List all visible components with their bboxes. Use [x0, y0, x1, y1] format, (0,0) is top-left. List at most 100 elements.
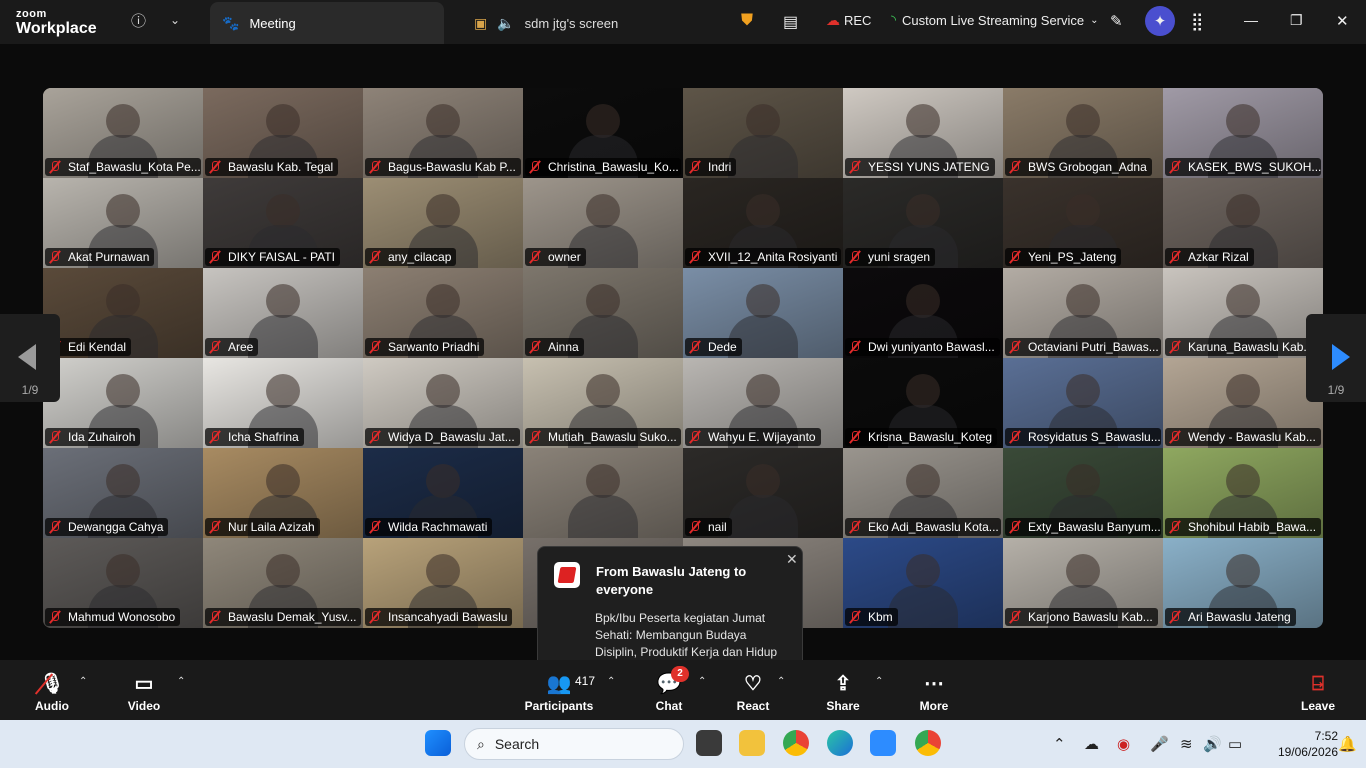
participant-tile[interactable]: Octaviani Putri_Bawas... [1003, 268, 1163, 358]
participant-tile[interactable]: Sarwanto Priadhi [363, 268, 523, 358]
chrome-icon[interactable] [783, 730, 809, 756]
participant-tile[interactable]: Azkar Rizal [1163, 178, 1323, 268]
participant-tile[interactable]: Aree [203, 268, 363, 358]
close-icon[interactable]: ✕ [1336, 12, 1349, 30]
info-icon[interactable]: ⓘ [131, 10, 146, 31]
participant-tile[interactable]: yuni sragen [843, 178, 1003, 268]
participant-tile[interactable]: Shohibul Habib_Bawa... [1163, 448, 1323, 538]
tab-shared-screen[interactable]: ▣ 🔈 sdm jtg's screen [470, 2, 690, 44]
annotate-pen-icon[interactable]: ✎ [1110, 12, 1123, 30]
react-button[interactable]: ♡ React [733, 660, 773, 720]
participant-tile[interactable]: Staf_Bawaslu_Kota Pe... [43, 88, 203, 178]
participant-tile[interactable]: Wahyu E. Wijayanto [683, 358, 843, 448]
ai-companion-icon[interactable]: ✦ [1145, 6, 1175, 36]
taskbar-search[interactable]: ⌕ Search [464, 728, 684, 760]
windows-start-icon[interactable] [425, 730, 451, 756]
participant-tile[interactable]: Rosyidatus S_Bawaslu... [1003, 358, 1163, 448]
participant-tile[interactable]: Widya D_Bawaslu Jat... [363, 358, 523, 448]
participant-tile[interactable] [523, 448, 683, 538]
prev-page-button[interactable]: 1/9 [0, 314, 60, 402]
vpn-icon[interactable]: ◉ [1117, 735, 1130, 753]
chat-options-caret[interactable]: ⌃ [698, 676, 706, 687]
participant-tile[interactable]: Christina_Bawaslu_Ko... [523, 88, 683, 178]
leave-button[interactable]: ⍈ Leave [1298, 660, 1338, 720]
file-explorer-icon[interactable] [739, 730, 765, 756]
participants-options-caret[interactable]: ⌃ [607, 676, 615, 687]
participant-tile[interactable]: Exty_Bawaslu Banyum... [1003, 448, 1163, 538]
more-button[interactable]: ⋯ More [914, 660, 954, 720]
participant-tile[interactable]: Bawaslu Kab. Tegal [203, 88, 363, 178]
participant-tile[interactable]: Kbm [843, 538, 1003, 628]
participant-tile[interactable]: Dewangga Cahya [43, 448, 203, 538]
participant-tile[interactable]: Eko Adi_Bawaslu Kota... [843, 448, 1003, 538]
participant-tile[interactable]: Indri [683, 88, 843, 178]
wifi-icon[interactable]: ≋ [1180, 735, 1193, 753]
audio-button[interactable]: 🎙 Audio [32, 660, 72, 720]
participant-name: Kbm [868, 610, 893, 624]
participant-tile[interactable]: BWS Grobogan_Adna [1003, 88, 1163, 178]
participant-tile[interactable]: Mahmud Wonosobo [43, 538, 203, 628]
edge-icon[interactable] [827, 730, 853, 756]
next-page-button[interactable]: 1/9 [1306, 314, 1366, 402]
participant-tile[interactable]: any_cilacap [363, 178, 523, 268]
participant-tile[interactable]: Dwi yuniyanto Bawasl... [843, 268, 1003, 358]
participant-tile[interactable]: Ida Zuhairoh [43, 358, 203, 448]
notifications-icon[interactable]: 🔔 [1338, 735, 1357, 753]
restore-icon[interactable]: ❐ [1290, 12, 1303, 29]
close-icon[interactable]: ✕ [786, 551, 798, 568]
zoom-app-icon[interactable] [870, 730, 896, 756]
participant-name: Sarwanto Priadhi [388, 340, 480, 354]
video-button[interactable]: ▭ Video [124, 660, 164, 720]
participant-tile[interactable]: Karuna_Bawaslu Kab... [1163, 268, 1323, 358]
participant-tile[interactable]: Yeni_PS_Jateng [1003, 178, 1163, 268]
notes-icon[interactable]: ▤ [783, 12, 798, 32]
more-label: More [919, 699, 949, 713]
tab-meeting[interactable]: 🐾 Meeting [210, 2, 444, 44]
participant-tile[interactable]: Ari Bawaslu Jateng [1163, 538, 1323, 628]
chevron-down-icon[interactable]: ⌄ [170, 13, 180, 27]
participant-tile[interactable]: Mutiah_Bawaslu Suko... [523, 358, 683, 448]
participant-tile[interactable]: Edi Kendal [43, 268, 203, 358]
react-options-caret[interactable]: ⌃ [777, 676, 785, 687]
mic-muted-icon [208, 160, 222, 174]
microphone-icon[interactable]: 🎤 [1150, 735, 1169, 753]
chat-button[interactable]: 💬 Chat 2 [649, 660, 689, 720]
minimize-icon[interactable]: — [1244, 12, 1258, 28]
participant-tile[interactable]: Bagus-Bawaslu Kab P... [363, 88, 523, 178]
video-options-caret[interactable]: ⌃ [177, 676, 185, 687]
participant-tile[interactable]: Krisna_Bawaslu_Koteg [843, 358, 1003, 448]
onedrive-icon[interactable]: ☁ [1084, 735, 1099, 753]
participant-tile[interactable]: XVII_12_Anita Rosiyanti [683, 178, 843, 268]
participant-tile[interactable]: Akat Purnawan [43, 178, 203, 268]
participant-name-tag: Exty_Bawaslu Banyum... [1005, 518, 1161, 536]
participant-tile[interactable]: Wendy - Bawaslu Kab... [1163, 358, 1323, 448]
battery-icon[interactable]: ▭ [1228, 735, 1242, 753]
participant-tile[interactable]: Karjono Bawaslu Kab... [1003, 538, 1163, 628]
record-status[interactable]: ☁ REC [826, 12, 871, 29]
participant-tile[interactable]: Icha Shafrina [203, 358, 363, 448]
share-options-caret[interactable]: ⌃ [875, 676, 883, 687]
audio-options-caret[interactable]: ⌃ [79, 676, 87, 687]
participant-tile[interactable]: Nur Laila Azizah [203, 448, 363, 538]
participant-tile[interactable]: YESSI YUNS JATENG [843, 88, 1003, 178]
participant-tile[interactable]: DIKY FAISAL - PATI [203, 178, 363, 268]
tray-overflow-icon[interactable]: ⌃ [1053, 735, 1066, 753]
participants-button[interactable]: 👥 Participants [524, 660, 594, 720]
participant-tile[interactable]: Ainna [523, 268, 683, 358]
participant-tile[interactable]: owner [523, 178, 683, 268]
task-view-icon[interactable] [696, 730, 722, 756]
chrome-profile-icon[interactable] [915, 730, 941, 756]
participant-tile[interactable]: nail [683, 448, 843, 538]
volume-icon[interactable]: 🔊 [1203, 735, 1222, 753]
participant-tile[interactable]: Wilda Rachmawati [363, 448, 523, 538]
participant-tile[interactable]: Bawaslu Demak_Yusv... [203, 538, 363, 628]
streaming-status[interactable]: ◝ Custom Live Streaming Service ⌄ [891, 12, 1099, 28]
participant-tile[interactable]: Insancahyadi Bawaslu [363, 538, 523, 628]
apps-grid-icon[interactable]: ⣿ [1191, 12, 1203, 32]
share-button[interactable]: ⇪ Share [823, 660, 863, 720]
participant-tile[interactable]: KASEK_BWS_SUKOH... [1163, 88, 1323, 178]
participant-tile[interactable]: Dede [683, 268, 843, 358]
shield-icon[interactable]: ⛊ [741, 12, 753, 30]
participant-video-head [906, 194, 940, 229]
clock[interactable]: 7:52 19/06/2026 [1248, 728, 1338, 760]
